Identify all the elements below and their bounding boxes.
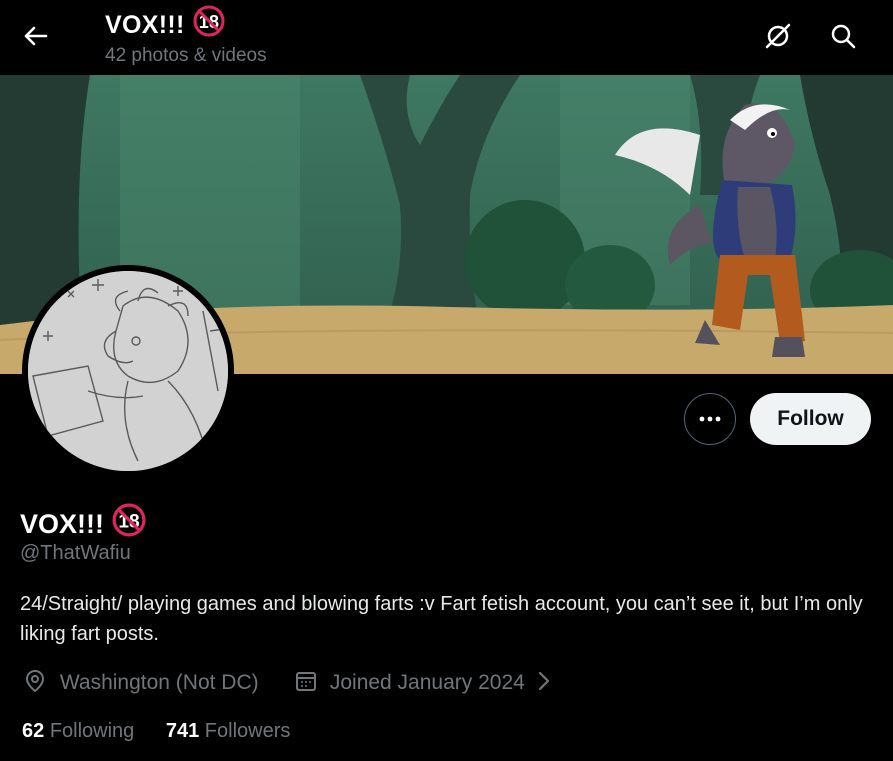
more-options-button[interactable] bbox=[684, 393, 736, 445]
joined-item[interactable]: Joined January 2024 bbox=[294, 668, 553, 698]
header-title-row: VOX!!! 18 bbox=[105, 5, 225, 44]
display-name-row: VOX!!! 18 bbox=[20, 503, 146, 544]
calendar-icon bbox=[296, 672, 316, 691]
followers-link[interactable]: 741 Followers bbox=[166, 720, 291, 742]
avatar-sketch bbox=[28, 271, 228, 471]
location-pin-icon bbox=[25, 669, 45, 693]
header-subtitle: 42 photos & videos bbox=[105, 45, 267, 66]
user-handle: @ThatWafiu bbox=[20, 542, 131, 564]
more-icon bbox=[699, 416, 721, 422]
age-restriction-badge: 18 bbox=[112, 503, 146, 544]
avatar-ring bbox=[22, 265, 234, 477]
joined-text: Joined January 2024 bbox=[329, 671, 525, 694]
following-count: 62 bbox=[22, 720, 45, 742]
avatar[interactable] bbox=[28, 271, 228, 471]
search-icon bbox=[831, 24, 856, 49]
chevron-right-icon bbox=[538, 671, 549, 691]
profile-bio: 24/Straight/ playing games and blowing f… bbox=[20, 593, 863, 645]
arrow-left-icon bbox=[24, 26, 48, 46]
following-link[interactable]: 62 Following bbox=[22, 720, 134, 742]
age-restriction-badge: 18 bbox=[193, 5, 225, 44]
search-button[interactable] bbox=[824, 17, 862, 55]
grok-button[interactable] bbox=[759, 17, 797, 55]
header-title: VOX!!! bbox=[105, 11, 185, 39]
follow-stats: 62 Following 741 Followers bbox=[22, 720, 290, 743]
top-bar: VOX!!! 18 42 photos & videos bbox=[0, 0, 893, 75]
location-text: Washington (Not DC) bbox=[59, 671, 259, 694]
location-item: Washington (Not DC) bbox=[22, 668, 259, 698]
display-name: VOX!!! bbox=[20, 509, 104, 539]
following-label: Following bbox=[49, 720, 135, 742]
follow-button[interactable]: Follow bbox=[750, 393, 871, 445]
grok-icon bbox=[765, 23, 791, 49]
back-button[interactable] bbox=[18, 18, 54, 54]
followers-label: Followers bbox=[204, 720, 291, 742]
followers-count: 741 bbox=[165, 720, 200, 742]
